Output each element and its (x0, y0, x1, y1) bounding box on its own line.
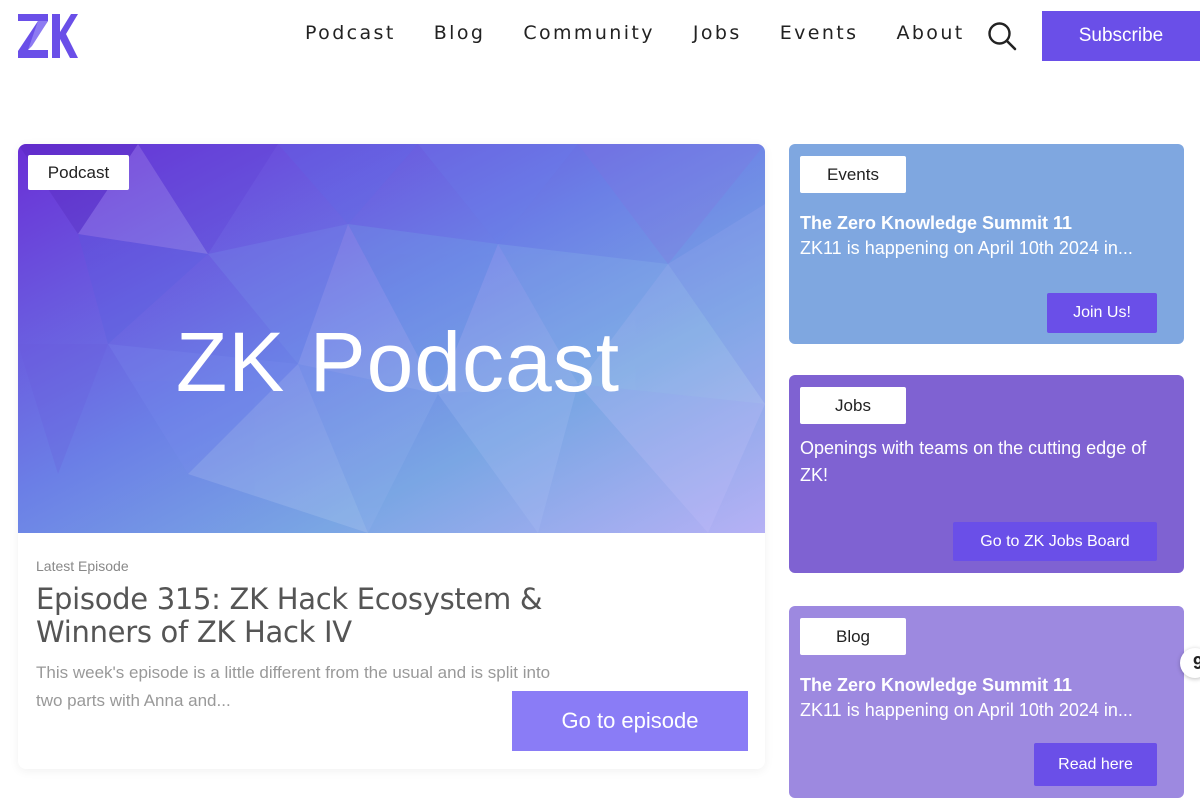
events-category-tag[interactable]: Events (800, 156, 906, 193)
jobs-description: Openings with teams on the cutting edge … (800, 438, 1147, 485)
blog-card: Blog The Zero Knowledge Summit 11 ZK11 i… (789, 606, 1184, 798)
nav-podcast[interactable]: Podcast (305, 22, 396, 44)
nav-community[interactable]: Community (523, 22, 655, 44)
blog-headline: The Zero Knowledge Summit 11 (800, 675, 1073, 695)
jobs-category-tag[interactable]: Jobs (800, 387, 906, 424)
floating-widget-glyph: 9 (1193, 653, 1200, 673)
nav-about[interactable]: About (896, 22, 964, 44)
zk-logo[interactable] (16, 12, 78, 60)
main-nav: Podcast Blog Community Jobs Events About (305, 22, 1003, 44)
jobs-card: Jobs Openings with teams on the cutting … (789, 375, 1184, 573)
search-icon[interactable] (986, 20, 1018, 52)
latest-episode-label: Latest Episode (36, 558, 129, 574)
site-header: Podcast Blog Community Jobs Events About… (0, 0, 1200, 72)
events-card: Events The Zero Knowledge Summit 11 ZK11… (789, 144, 1184, 344)
blog-category-tag[interactable]: Blog (800, 618, 906, 655)
episode-description: This week's episode is a little differen… (36, 663, 551, 710)
episode-title[interactable]: Episode 315: ZK Hack Ecosystem & Winners… (36, 583, 596, 649)
nav-jobs[interactable]: Jobs (693, 22, 742, 44)
subscribe-button[interactable]: Subscribe (1042, 11, 1200, 61)
events-description: ZK11 is happening on April 10th 2024 in.… (800, 238, 1133, 258)
read-here-button[interactable]: Read here (1034, 743, 1157, 786)
podcast-cover-title: ZK Podcast (175, 315, 621, 409)
join-us-button[interactable]: Join Us! (1047, 293, 1157, 333)
go-to-episode-button[interactable]: Go to episode (512, 691, 748, 751)
nav-blog[interactable]: Blog (434, 22, 486, 44)
latest-episode-card: ZK Podcast Podcast Latest Episode Episod… (18, 144, 765, 769)
jobs-board-button[interactable]: Go to ZK Jobs Board (953, 522, 1157, 561)
nav-events[interactable]: Events (780, 22, 859, 44)
blog-description: ZK11 is happening on April 10th 2024 in.… (800, 700, 1133, 720)
events-headline: The Zero Knowledge Summit 11 (800, 213, 1073, 233)
podcast-category-tag[interactable]: Podcast (28, 155, 129, 190)
